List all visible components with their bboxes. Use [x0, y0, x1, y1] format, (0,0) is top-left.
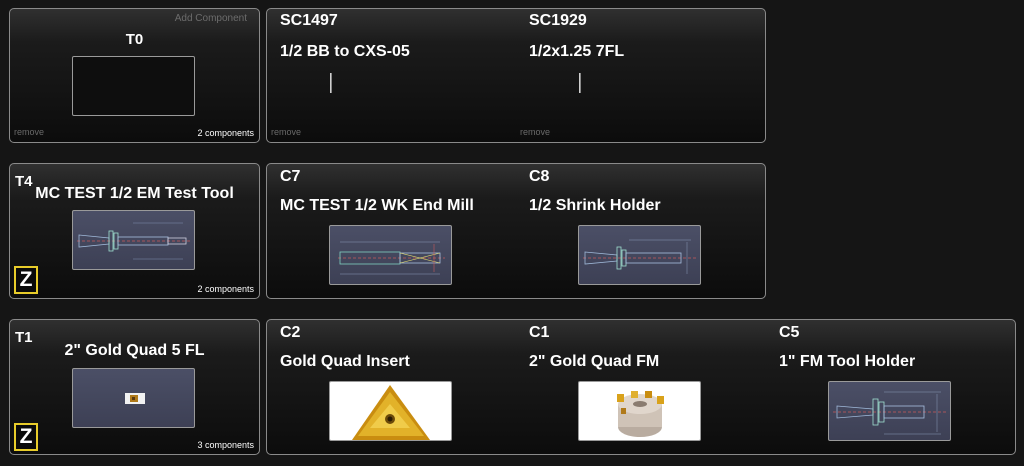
component-id: C8 [529, 168, 550, 185]
component-drawing[interactable] [828, 381, 951, 441]
component-id: SC1929 [529, 12, 587, 29]
component-id: SC1497 [280, 12, 338, 29]
component-name: 1/2 BB to CXS-05 [280, 43, 410, 60]
component-count: 3 components [197, 440, 254, 450]
component-count: 2 components [197, 128, 254, 138]
z-badge-icon: Z [14, 266, 38, 294]
component-card[interactable]: C8 1/2 Shrink Holder [516, 164, 761, 298]
component-list-t4: C7 MC TEST 1/2 WK End Mill C8 1/2 Shrink… [266, 163, 766, 299]
component-name: MC TEST 1/2 WK End Mill [280, 197, 474, 214]
component-card[interactable]: C2 Gold Quad Insert [267, 320, 512, 454]
component-image-placeholder[interactable] [330, 73, 332, 93]
component-image-placeholder[interactable] [579, 73, 581, 93]
remove-component-link[interactable]: remove [520, 127, 550, 137]
tool-image-empty[interactable] [72, 56, 195, 116]
component-card[interactable]: C7 MC TEST 1/2 WK End Mill [267, 164, 512, 298]
component-name: 2" Gold Quad FM [529, 353, 660, 370]
component-id: C5 [779, 324, 800, 341]
z-badge-icon: Z [14, 423, 38, 451]
component-name: Gold Quad Insert [280, 353, 410, 370]
component-list-t1: C2 Gold Quad Insert C1 2" Gold Quad FM C… [266, 319, 1016, 455]
component-name: 1" FM Tool Holder [779, 353, 916, 370]
component-id: C7 [280, 168, 301, 185]
tool-card-t1[interactable]: T1 2" Gold Quad 5 FL Z 3 components [9, 319, 260, 455]
component-card[interactable]: SC1497 1/2 BB to CXS-05 remove [267, 9, 512, 142]
component-id: C2 [280, 324, 301, 341]
tool-card-t0[interactable]: Add Component T0 remove 2 components [9, 8, 260, 143]
component-drawing[interactable] [329, 225, 452, 285]
remove-tool-link[interactable]: remove [14, 127, 44, 137]
component-list-t0: SC1497 1/2 BB to CXS-05 remove SC1929 1/… [266, 8, 766, 143]
component-name: 1/2 Shrink Holder [529, 197, 661, 214]
component-card[interactable]: C1 2" Gold Quad FM [516, 320, 761, 454]
component-drawing[interactable] [578, 225, 701, 285]
component-card[interactable]: C5 1" FM Tool Holder [766, 320, 1011, 454]
tool-card-t4[interactable]: T4 MC TEST 1/2 EM Test Tool Z 2 componen… [9, 163, 260, 299]
tool-name: 2" Gold Quad 5 FL [64, 342, 205, 359]
tool-name: MC TEST 1/2 EM Test Tool [35, 185, 234, 202]
component-count: 2 components [197, 284, 254, 294]
tool-assembly-drawing[interactable] [72, 210, 195, 270]
face-mill-photo[interactable] [578, 381, 701, 441]
tool-assembly-drawing[interactable] [72, 368, 195, 428]
component-id: C1 [529, 324, 550, 341]
remove-component-link[interactable]: remove [271, 127, 301, 137]
component-card[interactable]: SC1929 1/2x1.25 7FL remove [516, 9, 761, 142]
add-component-link[interactable]: Add Component [175, 13, 247, 24]
tool-id: T0 [125, 31, 144, 48]
component-name: 1/2x1.25 7FL [529, 43, 625, 60]
insert-photo[interactable] [329, 381, 452, 441]
